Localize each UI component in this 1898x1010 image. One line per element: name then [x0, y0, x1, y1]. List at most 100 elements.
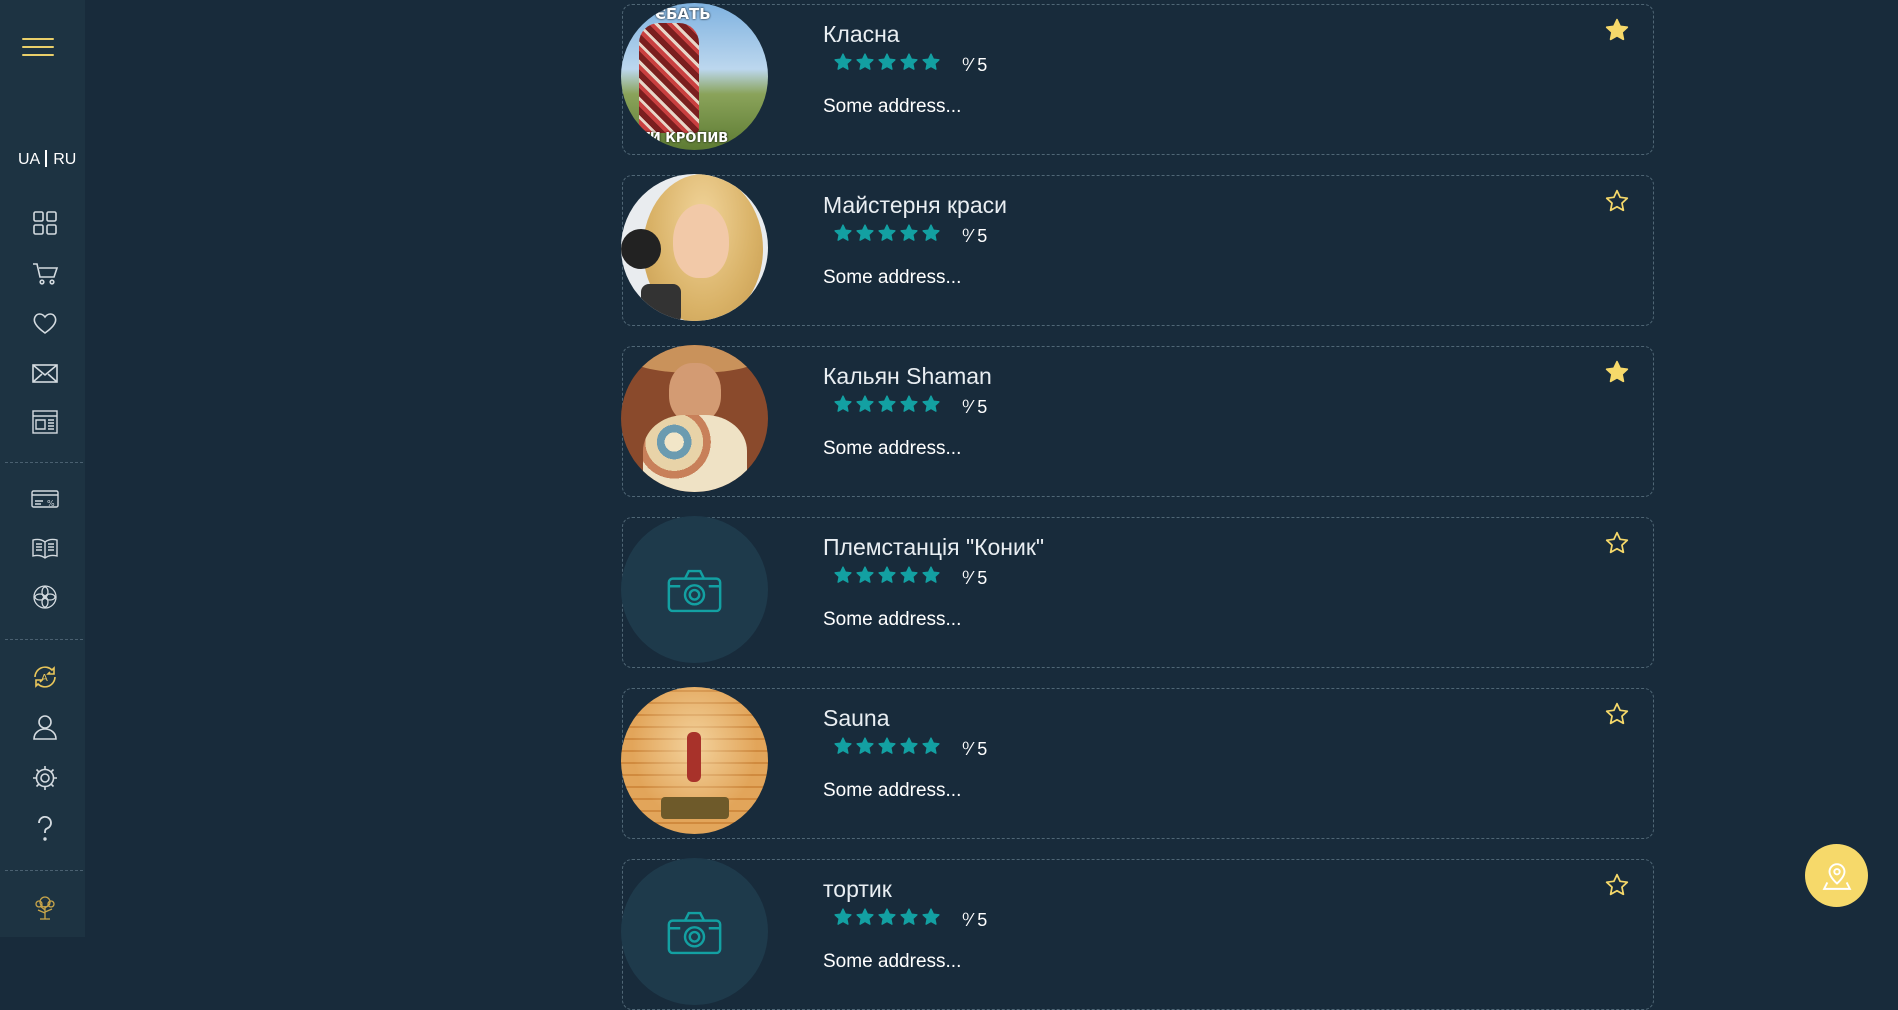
rating-star-icon[interactable]	[877, 565, 899, 590]
heart-icon[interactable]	[30, 308, 60, 338]
favorite-star-filled-icon[interactable]	[1604, 359, 1630, 385]
rating-star-icon[interactable]	[921, 565, 943, 590]
listing-placeholder-image[interactable]	[621, 516, 768, 663]
card-discount-icon[interactable]: %	[30, 484, 60, 514]
listing-address: Some address...	[823, 780, 962, 801]
rating-star-icon[interactable]	[899, 223, 921, 248]
favorite-star-outline-icon[interactable]	[1604, 530, 1630, 556]
rating-star-icon[interactable]	[899, 52, 921, 77]
listing-title[interactable]: Sauna	[823, 705, 890, 732]
listing-address: Some address...	[823, 951, 962, 972]
rating-star-icon[interactable]	[833, 394, 855, 419]
rating-stars[interactable]	[833, 565, 943, 590]
book-icon[interactable]	[30, 532, 60, 562]
rating-value: ⁰⁄ 5	[962, 739, 988, 759]
listing-address: Some address...	[823, 267, 962, 288]
rating-star-icon[interactable]	[833, 565, 855, 590]
svg-text:A: A	[41, 673, 48, 684]
listing-card-frame	[622, 688, 1654, 839]
rating-star-icon[interactable]	[921, 736, 943, 761]
listing-avatar[interactable]	[621, 345, 768, 492]
grid-icon[interactable]	[30, 208, 60, 238]
rating-value: ⁰⁄ 5	[962, 568, 988, 588]
listing-address: Some address...	[823, 96, 962, 117]
sidebar-divider	[5, 462, 83, 463]
favorite-star-filled-icon[interactable]	[1604, 17, 1630, 43]
rating-star-icon[interactable]	[855, 52, 877, 77]
rating-star-icon[interactable]	[921, 223, 943, 248]
tree-logo-icon[interactable]	[30, 892, 60, 922]
rating-star-icon[interactable]	[855, 565, 877, 590]
rating-value: ⁰⁄ 5	[962, 55, 988, 75]
favorite-star-outline-icon[interactable]	[1604, 188, 1630, 214]
lang-separator	[45, 150, 48, 167]
rating-star-icon[interactable]	[855, 736, 877, 761]
rating-stars[interactable]	[833, 907, 943, 932]
listing-address: Some address...	[823, 609, 962, 630]
help-icon[interactable]	[30, 814, 60, 844]
rating-stars[interactable]	[833, 223, 943, 248]
rating-stars[interactable]	[833, 736, 943, 761]
listing-title[interactable]: Племстанція "Коник"	[823, 534, 1044, 561]
rating-star-icon[interactable]	[899, 907, 921, 932]
rating-value: ⁰⁄ 5	[962, 397, 988, 417]
sidebar-divider	[5, 870, 83, 871]
rating-star-icon[interactable]	[899, 394, 921, 419]
lang-ua[interactable]: UA	[18, 151, 40, 168]
menu-hamburger-icon[interactable]	[22, 38, 54, 58]
mail-icon[interactable]	[30, 358, 60, 388]
rating-star-icon[interactable]	[833, 52, 855, 77]
listing-address: Some address...	[823, 438, 962, 459]
rating-star-icon[interactable]	[833, 907, 855, 932]
rating-value: ⁰⁄ 5	[962, 910, 988, 930]
language-switcher: UA RU	[18, 150, 76, 169]
listing-title[interactable]: Кальян Shaman	[823, 363, 992, 390]
listing-card-frame	[622, 175, 1654, 326]
listing-avatar[interactable]: ЄБАТЬ ТИ КРОПИВ	[621, 3, 768, 150]
rating-stars[interactable]	[833, 394, 943, 419]
sidebar: UA RU % A	[0, 0, 85, 937]
flower-icon[interactable]	[30, 582, 60, 612]
rating-star-icon[interactable]	[921, 52, 943, 77]
listing-placeholder-image[interactable]	[621, 858, 768, 1005]
map-button[interactable]	[1805, 844, 1868, 907]
svg-text:%: %	[47, 499, 55, 508]
rating-star-icon[interactable]	[899, 565, 921, 590]
listing-avatar[interactable]	[621, 174, 768, 321]
camera-icon	[667, 569, 722, 613]
rating-star-icon[interactable]	[877, 736, 899, 761]
gear-icon[interactable]	[30, 763, 60, 793]
listing-title[interactable]: тортик	[823, 876, 892, 903]
rating-stars[interactable]	[833, 52, 943, 77]
listing-avatar[interactable]	[621, 687, 768, 834]
rating-star-icon[interactable]	[921, 907, 943, 932]
rating-star-icon[interactable]	[855, 223, 877, 248]
refresh-a-icon[interactable]: A	[30, 662, 60, 692]
lang-ru[interactable]: RU	[53, 151, 76, 168]
sidebar-divider	[5, 639, 83, 640]
rating-star-icon[interactable]	[877, 394, 899, 419]
favorite-star-outline-icon[interactable]	[1604, 872, 1630, 898]
rating-star-icon[interactable]	[877, 52, 899, 77]
news-icon[interactable]	[30, 407, 60, 437]
rating-star-icon[interactable]	[877, 223, 899, 248]
map-pin-icon	[1822, 862, 1851, 890]
listing-title[interactable]: Майстерня краси	[823, 192, 1007, 219]
rating-star-icon[interactable]	[855, 907, 877, 932]
listing-title[interactable]: Класна	[823, 21, 900, 48]
rating-value: ⁰⁄ 5	[962, 226, 988, 246]
rating-star-icon[interactable]	[877, 907, 899, 932]
user-icon[interactable]	[30, 712, 60, 742]
cart-icon[interactable]	[30, 258, 60, 288]
listing-card-frame	[622, 4, 1654, 155]
camera-icon	[667, 911, 722, 955]
listing-card-frame	[622, 346, 1654, 497]
listing-card-frame	[622, 517, 1654, 668]
favorite-star-outline-icon[interactable]	[1604, 701, 1630, 727]
rating-star-icon[interactable]	[833, 736, 855, 761]
listing-card-frame	[622, 859, 1654, 1010]
rating-star-icon[interactable]	[899, 736, 921, 761]
rating-star-icon[interactable]	[833, 223, 855, 248]
rating-star-icon[interactable]	[855, 394, 877, 419]
rating-star-icon[interactable]	[921, 394, 943, 419]
